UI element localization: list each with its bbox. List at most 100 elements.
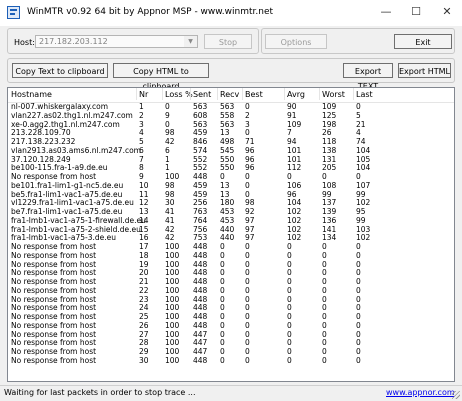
table-cell: 608 [193,110,208,120]
column-header[interactable]: Hostname [11,90,52,99]
table-cell: 0 [356,285,361,295]
table-cell: 448 [193,320,208,330]
table-cell: 10 [139,180,149,190]
table-cell: 453 [220,207,235,216]
chevron-down-icon[interactable]: ▼ [184,36,197,47]
table-cell: 0 [356,312,361,321]
export-html-button[interactable]: Export HTML [398,63,451,78]
column-header[interactable]: Sent [193,90,211,99]
host-combobox[interactable]: 217.182.203.112 ▼ [35,35,198,48]
column-separator[interactable] [242,88,243,100]
table-cell: 90 [287,102,297,111]
table-cell: 846 [193,137,208,146]
table-cell: 0 [220,285,225,295]
column-header[interactable]: Recv [220,90,239,99]
table-cell: 0 [245,180,250,190]
table-cell: 0 [322,259,327,269]
table-cell: 108 [322,180,337,190]
column-separator[interactable] [162,88,163,100]
table-cell: 448 [193,172,208,181]
table-cell: 100 [165,355,180,365]
table-cell: 764 [193,215,208,225]
table-cell: 98 [165,189,175,199]
column-header[interactable]: Nr [139,90,148,99]
column-separator[interactable] [319,88,320,100]
table-cell: 0 [322,250,327,260]
table-cell: 0 [245,250,250,260]
table-cell: No response from host [11,312,97,321]
table-cell: 141 [322,224,337,234]
table-cell: 0 [220,329,225,339]
table-cell: 0 [220,242,225,251]
table-cell: 0 [287,338,292,348]
table-cell: 550 [220,163,235,173]
table-cell: 7 [287,128,292,138]
table-cell: vl1229.fra1-lim1-vac1-a75.de.eu [11,198,134,208]
exit-button[interactable]: Exit [394,34,452,49]
table-cell: 0 [322,242,327,251]
table-cell: 0 [287,329,292,339]
table-cell: 0 [220,355,225,365]
copy-text-button[interactable]: Copy Text to clipboard [12,63,108,78]
table-cell: vlan227.as02.thg1.nl.m247.com [11,110,133,120]
table-cell: 42 [165,233,175,243]
table-cell: 6 [139,145,144,155]
resize-grip-icon[interactable] [452,391,460,399]
table-cell: 459 [193,180,208,190]
table-cell: 41 [165,207,175,216]
table-cell: 440 [220,233,235,243]
table-cell: 0 [245,294,250,304]
table-cell: 100 [165,320,180,330]
table-cell: 0 [356,242,361,251]
column-header[interactable]: Avrg [287,90,305,99]
results-table[interactable]: Hostname Nr Loss % Sent Recv Best Avrg Worst Las… [7,87,455,382]
column-separator[interactable] [353,88,354,100]
table-cell: 0 [356,338,361,348]
column-separator[interactable] [136,88,137,100]
close-button[interactable]: ✕ [432,0,462,26]
table-cell: xe-0.agg2.thg1.nl.m247.com [11,119,120,129]
appnor-link[interactable]: www.appnor.com [386,388,455,397]
table-cell: 0 [356,277,361,286]
table-cell: 0 [356,294,361,304]
table-cell: 0 [287,285,292,295]
minimize-button[interactable]: — [371,0,401,26]
column-header[interactable]: Loss % [165,90,193,99]
column-header[interactable]: Last [356,90,373,99]
table-cell: 0 [220,303,225,313]
export-text-button[interactable]: Export TEXT [343,63,393,91]
options-button[interactable]: Options [265,34,327,49]
table-cell: 109 [287,119,302,129]
table-cell: 0 [245,102,250,111]
table-cell: 74 [356,137,366,146]
copy-html-button[interactable]: Copy HTML to clipboard [113,63,209,91]
table-cell: 563 [193,119,208,129]
table-cell: 440 [220,224,235,234]
table-cell: 8 [139,163,144,173]
column-separator[interactable] [284,88,285,100]
column-header[interactable]: Best [245,90,263,99]
table-cell: 0 [322,285,327,295]
table-row[interactable]: No response from host 30 100 448 0 0 0 0 0 [8,355,454,366]
host-value: 217.182.203.112 [39,37,108,46]
column-separator[interactable] [190,88,191,100]
column-separator[interactable] [217,88,218,100]
table-cell: 96 [287,189,297,199]
maximize-button[interactable]: ☐ [401,0,431,26]
table-cell: 2 [139,110,144,120]
table-cell: 100 [165,347,180,356]
table-cell: 0 [245,268,250,278]
table-cell: 0 [322,355,327,365]
table-cell: 0 [356,250,361,260]
table-cell: 99 [356,189,366,199]
table-cell: 0 [165,119,170,129]
table-cell: 256 [193,198,208,208]
table-cell: 0 [245,189,250,199]
table-cell: 213.228.109.70 [11,128,71,138]
table-cell: 0 [287,303,292,313]
stop-button[interactable]: Stop [204,34,252,49]
table-row[interactable]: xe-0.agg2.thg1.nl.m247.com 3 0 563 563 3 109 19… [8,119,454,130]
table-cell: 0 [322,338,327,348]
table-cell: 0 [220,250,225,260]
column-header[interactable]: Worst [322,90,345,99]
